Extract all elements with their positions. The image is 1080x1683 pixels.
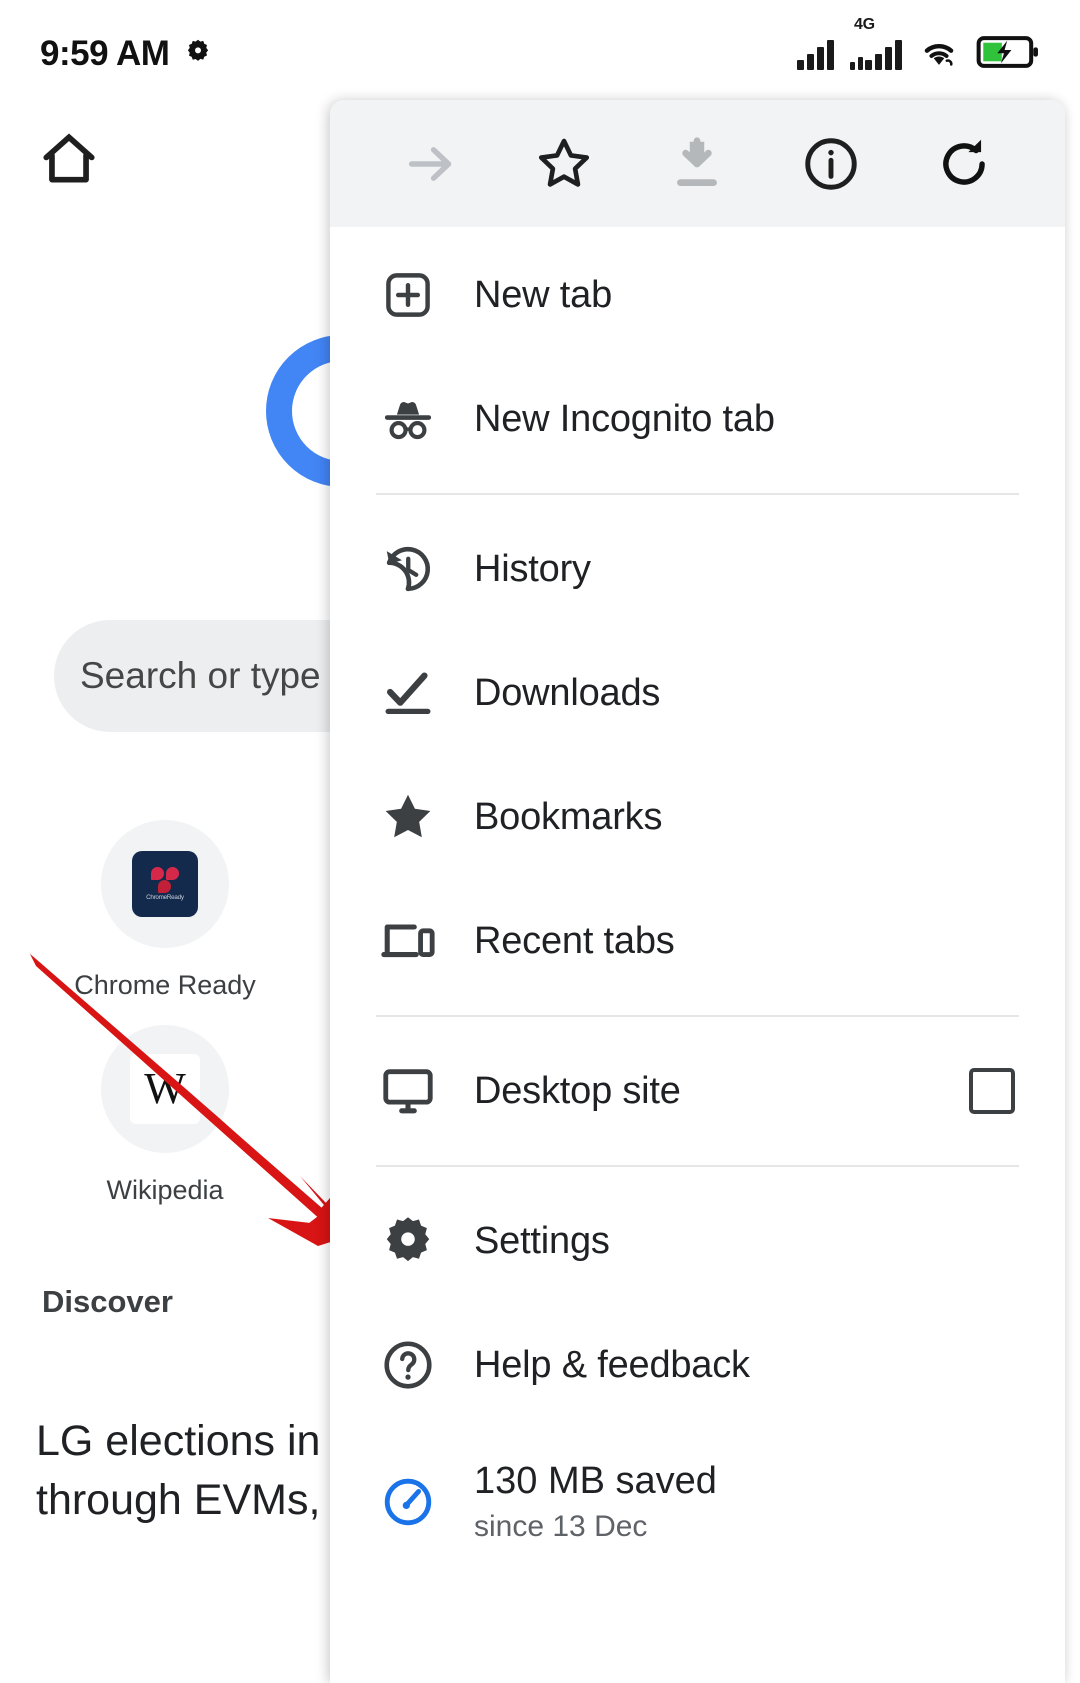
menu-item-label: Bookmarks	[474, 795, 663, 838]
discover-heading: Discover	[42, 1284, 173, 1319]
menu-item-label: Desktop site	[474, 1069, 681, 1112]
download-icon[interactable]	[654, 121, 740, 207]
shortcut-icon-bubble: W	[101, 1025, 229, 1153]
article-headline[interactable]: LG elections in through EVMs,	[36, 1412, 356, 1531]
data-saver-primary: 130 MB saved	[474, 1460, 717, 1503]
battery-charging-icon	[976, 35, 1040, 74]
menu-item-label: New tab	[474, 273, 613, 316]
menu-divider	[376, 1015, 1019, 1017]
menu-item-new-tab[interactable]: New tab	[330, 233, 1065, 357]
star-icon[interactable]	[521, 121, 607, 207]
downloads-icon	[376, 664, 440, 722]
status-bar-left: 9:59 AM	[40, 34, 213, 74]
menu-item-data-saver[interactable]: 130 MB saved since 13 Dec	[330, 1427, 1065, 1577]
network-type-label: 4G	[854, 16, 875, 33]
desktop-site-checkbox[interactable]	[969, 1068, 1015, 1114]
status-bar-clock: 9:59 AM	[40, 34, 170, 73]
shortcut-label: Wikipedia	[106, 1175, 224, 1205]
chrome-ready-mark-icon	[151, 867, 179, 893]
menu-item-label: Downloads	[474, 671, 661, 714]
desktop-site-icon	[376, 1062, 440, 1120]
signal-bars-icon	[797, 38, 834, 70]
menu-divider	[376, 493, 1019, 495]
shortcut-label: Chrome Ready	[74, 970, 256, 1000]
menu-item-label: New Incognito tab	[474, 397, 775, 440]
menu-item-new-incognito-tab[interactable]: New Incognito tab	[330, 357, 1065, 481]
menu-item-downloads[interactable]: Downloads	[330, 631, 1065, 755]
menu-toolbar	[330, 100, 1065, 227]
menu-item-label: Help & feedback	[474, 1343, 750, 1386]
chrome-ready-tile-icon: ChromeReady	[132, 851, 198, 917]
menu-item-label: Settings	[474, 1219, 610, 1262]
help-circle-icon	[376, 1336, 440, 1394]
menu-item-bookmarks[interactable]: Bookmarks	[330, 755, 1065, 879]
history-icon	[376, 540, 440, 598]
chrome-ready-tile-text: ChromeReady	[146, 894, 184, 901]
home-icon[interactable]	[38, 128, 100, 195]
menu-item-label: Recent tabs	[474, 919, 675, 962]
gear-icon	[183, 37, 213, 72]
shortcut-icon-bubble: ChromeReady	[101, 820, 229, 948]
status-bar-right: 4G	[797, 16, 1040, 74]
menu-item-label: History	[474, 547, 591, 590]
incognito-icon	[376, 390, 440, 448]
info-icon[interactable]	[788, 121, 874, 207]
shortcut-chrome-ready[interactable]: ChromeReady Chrome Ready	[50, 820, 280, 1001]
menu-item-history[interactable]: History	[330, 507, 1065, 631]
menu-divider	[376, 1165, 1019, 1167]
search-placeholder: Search or type w	[80, 655, 358, 696]
wifi-icon	[918, 35, 960, 74]
status-bar: 9:59 AM 4G	[0, 0, 1080, 108]
bookmarks-star-icon	[376, 788, 440, 846]
speedometer-icon	[376, 1473, 440, 1531]
menu-item-settings[interactable]: Settings	[330, 1179, 1065, 1303]
new-tab-icon	[376, 267, 440, 323]
menu-item-help-and-feedback[interactable]: Help & feedback	[330, 1303, 1065, 1427]
chrome-overflow-menu[interactable]: New tab New Incognito tab History Downlo…	[330, 100, 1065, 1683]
settings-gear-icon	[376, 1213, 440, 1269]
signal-bars-4g-icon: 4G	[850, 16, 902, 70]
wikipedia-tile-icon: W	[130, 1054, 200, 1124]
recent-tabs-icon	[376, 912, 440, 970]
shortcut-wikipedia[interactable]: W Wikipedia	[50, 1025, 280, 1206]
data-saver-secondary: since 13 Dec	[474, 1509, 648, 1543]
forward-arrow-icon[interactable]	[388, 121, 474, 207]
menu-item-recent-tabs[interactable]: Recent tabs	[330, 879, 1065, 1003]
menu-item-desktop-site[interactable]: Desktop site	[330, 1029, 1065, 1153]
menu-item-list: New tab New Incognito tab History Downlo…	[330, 227, 1065, 1577]
reload-icon[interactable]	[921, 121, 1007, 207]
data-saver-text: 130 MB saved since 13 Dec	[474, 1458, 1019, 1545]
